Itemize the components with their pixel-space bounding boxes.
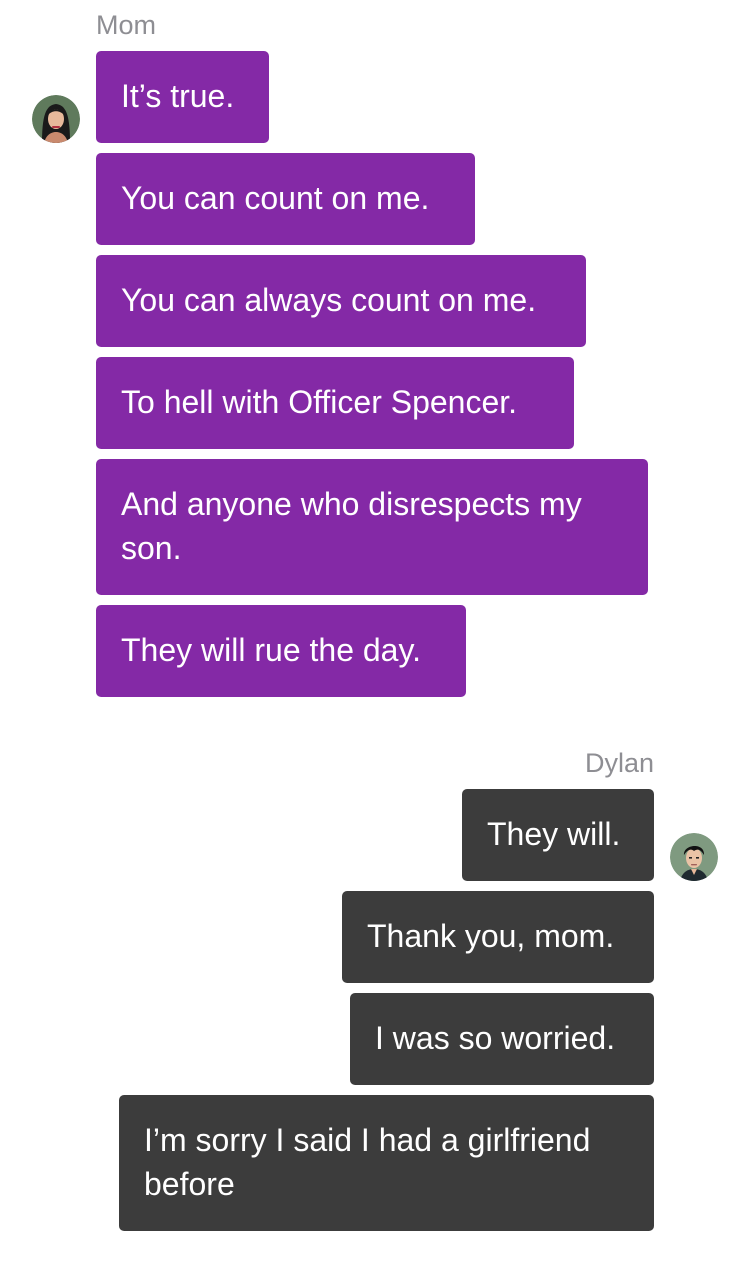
message-bubble[interactable]: It’s true. (96, 51, 269, 143)
message-bubble[interactable]: You can count on me. (96, 153, 475, 245)
dylan-portrait-icon[interactable] (670, 833, 718, 881)
message-bubble[interactable]: Thank you, mom. (342, 891, 654, 983)
message-bubble[interactable]: I’m sorry I said I had a girlfriend befo… (119, 1095, 654, 1231)
message-bubble[interactable]: To hell with Officer Spencer. (96, 357, 574, 449)
message-bubble[interactable]: They will. (462, 789, 654, 881)
mom-portrait-icon[interactable] (32, 95, 80, 143)
message-bubble[interactable]: They will rue the day. (96, 605, 466, 697)
message-bubble[interactable]: You can always count on me. (96, 255, 586, 347)
message-bubble[interactable]: I was so worried. (350, 993, 654, 1085)
sender-name-mom: Mom (96, 10, 156, 40)
sender-name-dylan: Dylan (584, 748, 654, 778)
message-bubble[interactable]: And anyone who disrespects my son. (96, 459, 648, 595)
